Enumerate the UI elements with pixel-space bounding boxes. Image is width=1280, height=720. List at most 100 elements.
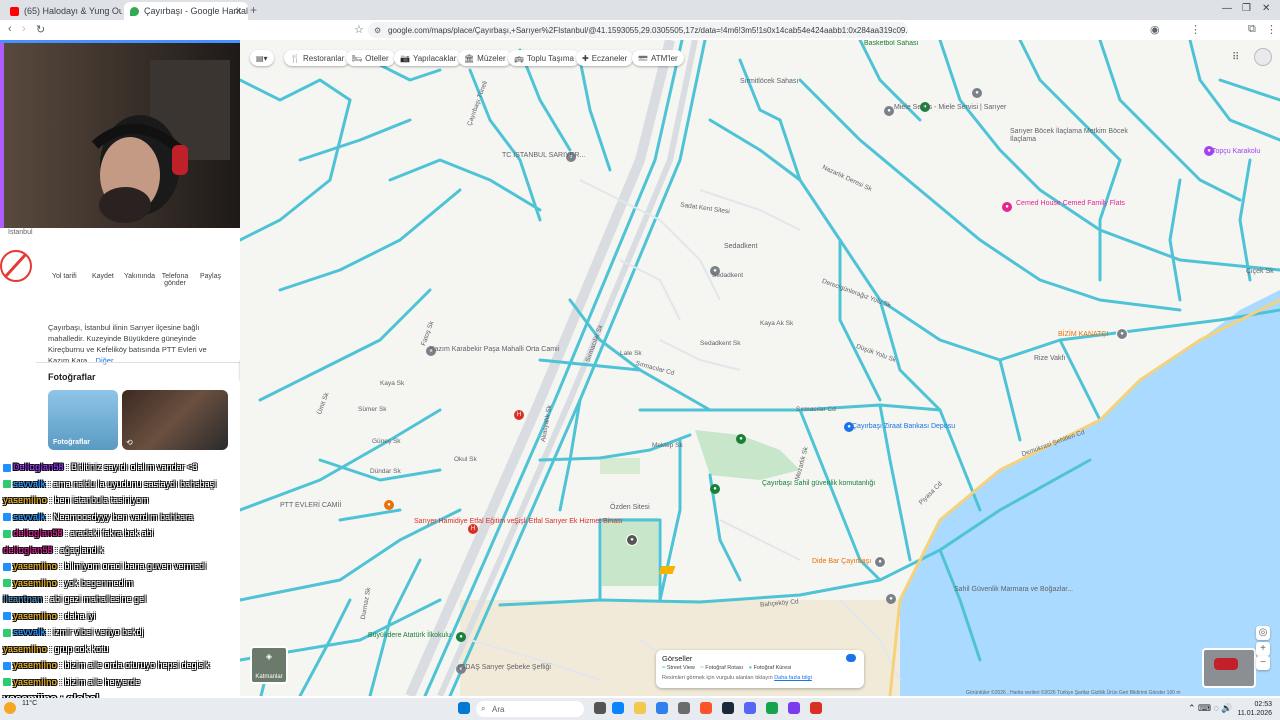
imagery-toggle[interactable]: [846, 654, 856, 662]
profile-icon[interactable]: ◉: [1150, 23, 1160, 36]
poi-label[interactable]: Sırmitlöcek Sahası: [740, 78, 798, 86]
poi-pin-icon[interactable]: ●: [972, 88, 982, 98]
brave-icon[interactable]: [700, 702, 712, 714]
poi-label[interactable]: Çiçek Sk: [1246, 268, 1274, 276]
new-tab-button[interactable]: +: [250, 3, 257, 17]
poi-label[interactable]: Miele Servis - Miele Servisi | Sarıyer: [894, 104, 1006, 112]
app-icon[interactable]: [678, 702, 690, 714]
hospital-pin-icon[interactable]: H: [514, 410, 524, 420]
more-link[interactable]: Diğer: [96, 356, 114, 365]
chip-bus[interactable]: 🚌 Toplu Taşıma: [508, 50, 580, 66]
poi-label[interactable]: Dide Bar Çayırbaşı: [812, 558, 871, 566]
chat-username[interactable]: yasemiino: [3, 495, 47, 505]
steam-icon[interactable]: [722, 702, 734, 714]
back-icon[interactable]: ‹: [8, 23, 12, 35]
street-view-preview[interactable]: [1202, 648, 1256, 688]
poi-label[interactable]: Basketbol Sahası: [864, 40, 918, 48]
app-icon[interactable]: [766, 702, 778, 714]
menu-button[interactable]: ▤▾: [250, 50, 274, 66]
chat-username[interactable]: Delloglan58: [13, 462, 64, 472]
chat-username[interactable]: delioglan58: [3, 545, 53, 555]
poi-label[interactable]: Şişli Etfal Sarıyer Ek Hizmet Binası: [514, 518, 623, 526]
maximize-button[interactable]: ❐: [1242, 3, 1251, 14]
map-canvas[interactable]: ● ● ● H H ● ● ● ● ● ● ● ● ● ● ● ● ● ● ● …: [240, 40, 1280, 696]
taskbar-search[interactable]: ⌕ Ara: [476, 701, 584, 717]
my-location-button[interactable]: ◎: [1256, 626, 1270, 640]
chip-atm[interactable]: 💳 ATM'ler: [632, 50, 684, 66]
poi-label[interactable]: Rize Vakfı: [1034, 355, 1065, 363]
chip-camera[interactable]: 📷 Yapılacaklar: [394, 50, 463, 66]
chat-username[interactable]: sevvalk: [13, 512, 46, 522]
bookmark-icon[interactable]: ☆: [354, 23, 364, 36]
poi-label[interactable]: Özden Sitesi: [610, 504, 650, 512]
chip-pharmacy[interactable]: ✚ Eczaneler: [576, 50, 634, 66]
chat-username[interactable]: yasemiino: [13, 677, 57, 687]
poi-label[interactable]: Sarıyer Hamidiye Etfal Eğitim ve...: [414, 518, 520, 526]
discord-icon[interactable]: [744, 702, 756, 714]
poi-label[interactable]: Sedadkent: [724, 243, 757, 251]
poi-pin-icon[interactable]: ●: [884, 106, 894, 116]
poi-label[interactable]: Sarıyer Böcek İlaçlama Metkim Böcek İlaç…: [1010, 128, 1150, 144]
pegman-icon[interactable]: [658, 566, 676, 574]
minimize-button[interactable]: —: [1222, 3, 1232, 14]
poi-label[interactable]: BİZİM KANATÇI: [1058, 331, 1108, 339]
weather-icon[interactable]: [4, 702, 16, 714]
chat-username[interactable]: yasemiino: [3, 644, 47, 654]
edge-icon[interactable]: [612, 702, 624, 714]
chat-username[interactable]: sevvalk: [13, 479, 46, 489]
more-icon[interactable]: ⋮: [1266, 23, 1277, 36]
chip-museum[interactable]: 🏛 Müzeler: [458, 50, 512, 66]
start-icon[interactable]: [458, 702, 470, 714]
action-nearby[interactable]: Yakınında: [124, 273, 155, 280]
store-icon[interactable]: [656, 702, 668, 714]
chat-username[interactable]: yasemiino: [13, 578, 57, 588]
app-icon[interactable]: [810, 702, 822, 714]
menu-icon[interactable]: ⋮: [1190, 23, 1201, 36]
apps-grid-icon[interactable]: ⠿: [1232, 52, 1239, 63]
chip-fork[interactable]: 🍴 Restoranlar: [284, 50, 351, 66]
poi-label[interactable]: Cemed House Cemed Family Flats: [1016, 200, 1125, 208]
tab-google-maps[interactable]: Çayırbaşı - Google Haritalar ✕: [124, 2, 248, 20]
action-save[interactable]: Kaydet: [92, 273, 114, 280]
chat-username[interactable]: sevvalk: [13, 627, 46, 637]
action-share[interactable]: Paylaş: [200, 273, 221, 280]
account-avatar[interactable]: [1254, 48, 1272, 66]
poi-label[interactable]: Büyükdere Atatürk İlkokulu: [368, 632, 451, 640]
poi-label[interactable]: Çayırbaşı Sahil güvenlik komutanlığı: [762, 480, 875, 488]
photo-pin-icon[interactable]: ●: [1116, 328, 1128, 340]
poi-label[interactable]: Çayırbaşı Ziraat Bankası Deposu: [852, 423, 955, 431]
photo-thumbnail[interactable]: Fotoğraflar: [48, 390, 118, 450]
system-clock[interactable]: 02:53 11.01.2026: [1237, 700, 1272, 718]
school-pin-icon[interactable]: ●: [456, 632, 466, 642]
chat-username[interactable]: yasemiino: [13, 660, 57, 670]
action-directions[interactable]: Yol tarifi: [52, 273, 77, 280]
street-view-thumbnail[interactable]: ⟲: [122, 390, 228, 450]
file-explorer-icon[interactable]: [634, 702, 646, 714]
forward-icon[interactable]: ›: [22, 23, 26, 35]
hotel-pin-icon[interactable]: ●: [1002, 202, 1012, 212]
zoom-out-button[interactable]: −: [1256, 656, 1270, 670]
poi-label[interactable]: TC İSTANBUL SARIYER...: [502, 152, 585, 160]
app-icon[interactable]: [788, 702, 800, 714]
poi-label[interactable]: Kazım Karabekir Paşa Mahalli Orta Camii: [430, 346, 559, 354]
task-view-icon[interactable]: [594, 702, 606, 714]
food-pin-icon[interactable]: ●: [384, 500, 394, 510]
chip-bed[interactable]: 🛏 Oteller: [346, 50, 395, 66]
close-tab-icon[interactable]: ✕: [234, 6, 242, 17]
close-window-button[interactable]: ✕: [1262, 3, 1270, 14]
poi-label[interactable]: İGDAŞ Sarıyer Şebeke Şefliği: [458, 664, 551, 672]
chat-username[interactable]: yasemiino: [13, 561, 57, 571]
action-send-to-phone[interactable]: Telefona gönder: [160, 273, 190, 287]
extensions-icon[interactable]: ⧉: [1248, 23, 1256, 36]
poi-label[interactable]: PTT EVLERİ CAMİİ: [280, 502, 341, 510]
reload-icon[interactable]: ↻: [36, 23, 45, 36]
poi-label[interactable]: Topçu Karakolu: [1212, 148, 1260, 156]
poi-pin-icon[interactable]: ●: [886, 594, 896, 604]
poi-label[interactable]: Sahil Güvenlik Marmara ve Boğazlar...: [954, 586, 1073, 594]
tray-icons[interactable]: ⌃ ⌨ ◌ 🔊: [1188, 703, 1233, 714]
chat-username[interactable]: ileantnan: [3, 594, 43, 604]
chat-username[interactable]: delioglan58: [13, 528, 63, 538]
zoom-in-button[interactable]: +: [1256, 642, 1270, 656]
learn-more-link[interactable]: Daha fazla bilgi: [774, 675, 812, 681]
park-pin-icon[interactable]: ●: [710, 484, 720, 494]
